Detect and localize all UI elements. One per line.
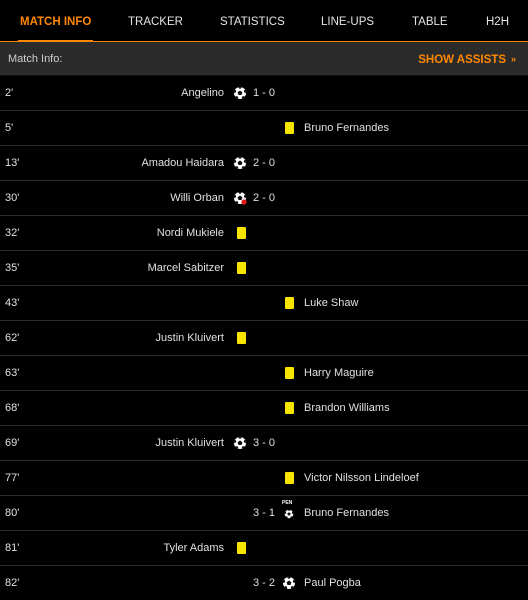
event-row: 32' Nordi Mukiele	[0, 216, 528, 251]
away-player-name[interactable]: Harry Maguire	[304, 356, 374, 391]
tab-match-info[interactable]: MATCH INFO	[17, 0, 94, 43]
pen-label: PEN	[282, 500, 293, 506]
event-minute: 68'	[5, 402, 20, 414]
section-title: Match Info:	[8, 53, 63, 65]
event-row: 77' Victor Nilsson Lindeloef	[0, 461, 528, 496]
yellow-card-icon	[237, 542, 246, 554]
away-player-name[interactable]: Brandon Williams	[304, 391, 390, 426]
home-player-name[interactable]: Marcel Sabitzer	[148, 251, 224, 286]
home-player-name[interactable]: Justin Kluivert	[156, 321, 224, 356]
chevron-down-icon: »	[510, 54, 516, 64]
tab-tracker[interactable]: TRACKER	[128, 0, 183, 42]
event-row: 63' Harry Maguire	[0, 356, 528, 391]
event-row: 35' Marcel Sabitzer	[0, 251, 528, 286]
show-assists-button[interactable]: SHOW ASSISTS »	[418, 42, 516, 77]
event-score: 3 - 0	[253, 437, 276, 449]
home-player-name[interactable]: Tyler Adams	[163, 531, 224, 566]
event-score: 3 - 1	[253, 507, 276, 519]
away-player-name[interactable]: Victor Nilsson Lindeloef	[304, 461, 419, 496]
goal-icon	[233, 435, 247, 450]
event-minute: 69'	[5, 437, 20, 449]
event-minute: 82'	[5, 577, 20, 589]
ball-icon	[233, 85, 247, 100]
event-minute: 43'	[5, 297, 20, 309]
yellow-card-icon	[285, 402, 294, 414]
ball-icon	[233, 155, 247, 170]
show-assists-label: SHOW ASSISTS	[418, 54, 506, 66]
tab-statistics[interactable]: STATISTICS	[220, 0, 285, 42]
own-goal-icon	[233, 190, 247, 205]
away-player-name[interactable]: Bruno Fernandes	[304, 111, 389, 146]
event-row: 62' Justin Kluivert	[0, 321, 528, 356]
home-player-name[interactable]: Nordi Mukiele	[157, 216, 224, 251]
event-minute: 32'	[5, 227, 20, 239]
event-row: 2' Angelino 1 - 0	[0, 76, 528, 111]
tab-bar: MATCH INFO TRACKER STATISTICS LINE-UPS T…	[0, 0, 528, 43]
event-row: 43' Luke Shaw	[0, 286, 528, 321]
away-player-name[interactable]: Paul Pogba	[304, 566, 361, 600]
event-row: 13' Amadou Haidara 2 - 0	[0, 146, 528, 181]
event-row: 80' Bruno Fernandes PEN 3 - 1	[0, 496, 528, 531]
event-minute: 81'	[5, 542, 20, 554]
home-player-name[interactable]: Angelino	[181, 76, 224, 111]
event-row: 69' Justin Kluivert 3 - 0	[0, 426, 528, 461]
home-player-name[interactable]: Amadou Haidara	[141, 146, 224, 181]
event-row: 81' Tyler Adams	[0, 531, 528, 566]
ball-icon	[282, 575, 296, 590]
yellow-card-icon	[285, 297, 294, 309]
event-minute: 2'	[5, 87, 14, 99]
ball-icon	[284, 508, 294, 519]
event-row: 5' Bruno Fernandes	[0, 111, 528, 146]
tab-h2h[interactable]: H2H	[486, 0, 509, 42]
event-minute: 63'	[5, 367, 20, 379]
goal-icon	[282, 575, 296, 590]
event-row: 82' Paul Pogba 3 - 2	[0, 566, 528, 600]
event-score: 3 - 2	[253, 577, 276, 589]
event-row: 30' Willi Orban 2 - 0	[0, 181, 528, 216]
home-player-name[interactable]: Willi Orban	[170, 181, 224, 216]
tab-line-ups[interactable]: LINE-UPS	[321, 0, 374, 42]
away-player-name[interactable]: Bruno Fernandes	[304, 496, 389, 531]
events-list: 2' Angelino 1 - 0 5' Bruno Fernandes 13' Amado…	[0, 76, 528, 600]
goal-icon	[233, 155, 247, 170]
event-minute: 30'	[5, 192, 20, 204]
event-minute: 80'	[5, 507, 20, 519]
away-player-name[interactable]: Luke Shaw	[304, 286, 358, 321]
event-score: 2 - 0	[253, 157, 276, 169]
event-score: 2 - 0	[253, 192, 276, 204]
event-score: 1 - 0	[253, 87, 276, 99]
event-minute: 35'	[5, 262, 20, 274]
yellow-card-icon	[285, 472, 294, 484]
yellow-card-icon	[285, 122, 294, 134]
event-row: 68' Brandon Williams	[0, 391, 528, 426]
yellow-card-icon	[237, 227, 246, 239]
event-minute: 62'	[5, 332, 20, 344]
event-minute: 77'	[5, 472, 20, 484]
yellow-card-icon	[285, 367, 294, 379]
yellow-card-icon	[237, 332, 246, 344]
ball-icon	[233, 435, 247, 450]
event-minute: 5'	[5, 122, 14, 134]
yellow-card-icon	[237, 262, 246, 274]
event-minute: 13'	[5, 157, 20, 169]
tab-table[interactable]: TABLE	[412, 0, 448, 42]
match-info-header: Match Info: SHOW ASSISTS »	[0, 42, 528, 76]
ball-icon	[233, 190, 247, 205]
goal-icon	[233, 85, 247, 100]
penalty-goal-icon	[284, 508, 294, 519]
home-player-name[interactable]: Justin Kluivert	[156, 426, 224, 461]
